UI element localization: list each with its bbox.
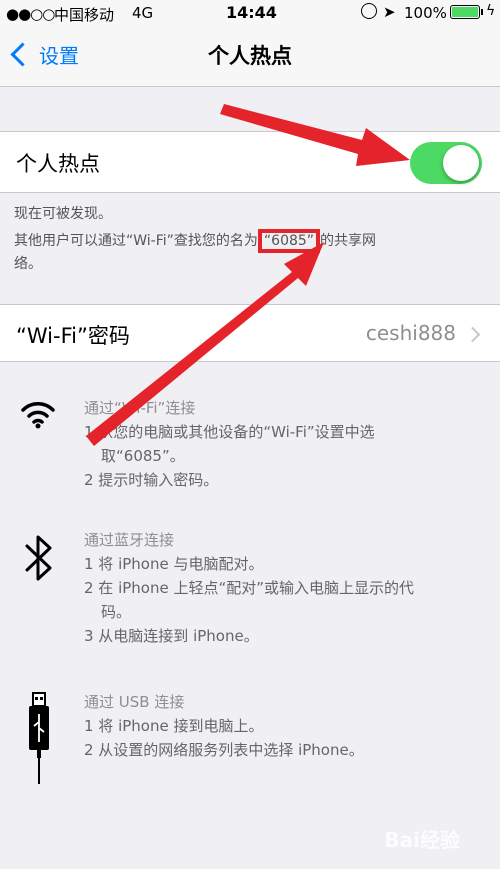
status-bar: ●●○○ 中国移动 4G 14:44 ➤ 100% ϟ — [0, 0, 500, 26]
wifi-icon — [21, 402, 55, 429]
wifi-step-1: 1 从您的电脑或其他设备的“Wi-Fi”设置中选 — [84, 423, 375, 441]
chevron-right-icon — [464, 326, 481, 343]
usb-step-1: 1 将 iPhone 接到电脑上。 — [84, 717, 264, 735]
battery-icon — [450, 5, 480, 19]
wifi-heading: 通过“Wi-Fi”连接 — [84, 399, 196, 417]
charging-icon: ϟ — [486, 3, 496, 19]
wifi-password-label: “Wi-Fi”密码 — [16, 324, 130, 348]
bluetooth-heading: 通过蓝牙连接 — [84, 531, 175, 549]
clock: 14:44 — [226, 3, 277, 22]
network-type: 4G — [132, 4, 154, 22]
description-prefix: 其他用户可以通过“Wi-Fi”查找您的名为 — [14, 233, 258, 249]
carrier-name: 中国移动 — [54, 6, 115, 24]
hotspot-label: 个人热点 — [16, 152, 100, 176]
usb-step-2: 2 从设置的网络服务列表中选择 iPhone。 — [84, 741, 364, 759]
bluetooth-icon — [25, 535, 52, 581]
signal-strength: ●●○○ — [6, 5, 55, 23]
description-line: 其他用户可以通过“Wi-Fi”查找您的名为 “6085” 的共享网 — [14, 229, 377, 253]
bluetooth-step-2: 2 在 iPhone 上轻点“配对”或输入电脑上显示的代 — [84, 579, 415, 597]
navigation-bar: 设置 个人热点 — [0, 26, 500, 87]
wifi-instructions: 通过“Wi-Fi”连接 1 从您的电脑或其他设备的“Wi-Fi”设置中选 取“6… — [84, 396, 375, 492]
wifi-step-2: 2 提示时输入密码。 — [84, 471, 219, 489]
page-title: 个人热点 — [208, 44, 292, 68]
description-suffix: 的共享网 — [320, 233, 377, 249]
location-arrow-icon: ➤ — [383, 3, 396, 21]
rotation-lock-icon — [361, 3, 377, 19]
hotspot-name: “6085” — [257, 229, 321, 253]
wifi-password-value: ceshi888 — [365, 321, 456, 345]
toggle-knob — [443, 145, 479, 181]
usb-instructions: 通过 USB 连接 1 将 iPhone 接到电脑上。 2 从设置的网络服务列表… — [84, 690, 364, 762]
battery-tip — [481, 9, 483, 15]
bluetooth-step-3: 3 从电脑连接到 iPhone。 — [84, 627, 259, 645]
description-line-end: 络。 — [14, 256, 42, 272]
hotspot-toggle[interactable] — [410, 142, 482, 184]
wifi-password-row[interactable]: “Wi-Fi”密码 ceshi888 — [0, 304, 500, 362]
bluetooth-instructions: 通过蓝牙连接 1 将 iPhone 与电脑配对。 2 在 iPhone 上轻点“… — [84, 528, 414, 648]
usb-heading: 通过 USB 连接 — [84, 693, 185, 711]
bluetooth-step-2-cont: 码。 — [101, 603, 132, 621]
battery-percent: 100% — [404, 4, 447, 22]
usb-cable-icon — [29, 692, 49, 784]
hotspot-row: 个人热点 — [0, 131, 500, 193]
bluetooth-step-1: 1 将 iPhone 与电脑配对。 — [84, 555, 264, 573]
discoverable-text: 现在可被发现。 — [14, 206, 112, 222]
wifi-step-1-cont: 取“6085”。 — [101, 447, 185, 465]
watermark: Bai经验 — [384, 828, 460, 852]
